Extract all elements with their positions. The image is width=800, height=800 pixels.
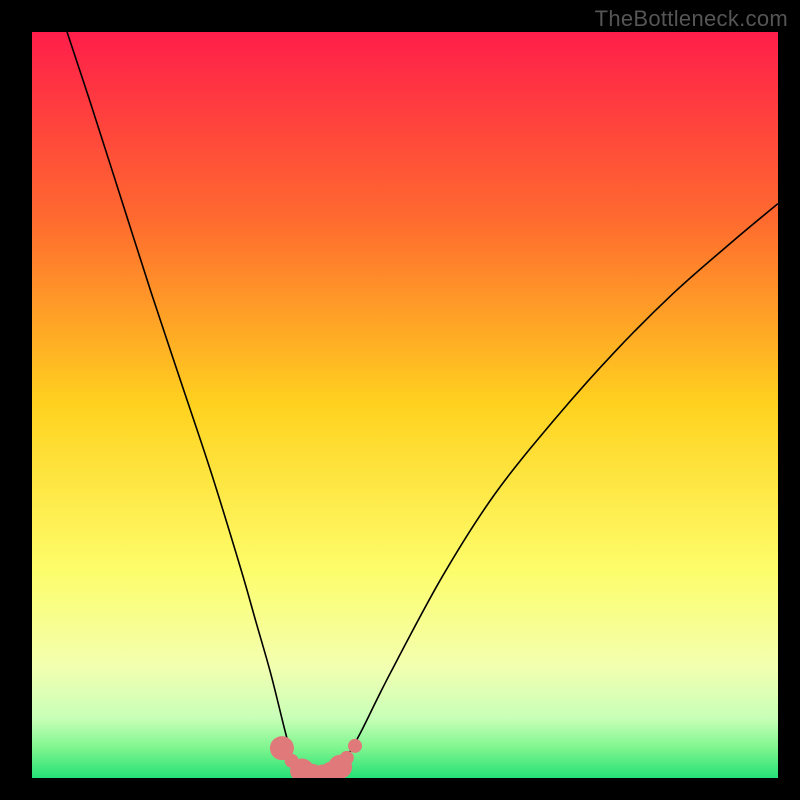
plot-area	[32, 32, 778, 778]
watermark-text: TheBottleneck.com	[595, 6, 788, 32]
plot-svg	[32, 32, 778, 778]
bottom-marker	[348, 739, 362, 753]
chart-frame: TheBottleneck.com	[0, 0, 800, 800]
gradient-background	[32, 32, 778, 778]
bottom-marker	[340, 751, 354, 765]
